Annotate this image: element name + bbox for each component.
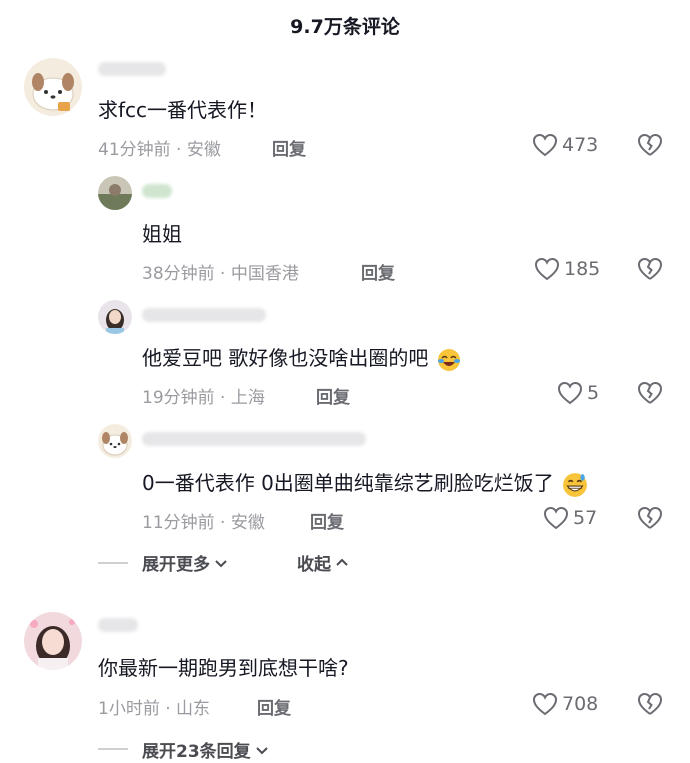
grinning-sweat-emoji-icon xyxy=(563,472,588,497)
comment-location: 山东 xyxy=(176,699,211,719)
like-button[interactable]: 185 xyxy=(534,257,600,281)
like-button[interactable]: 473 xyxy=(532,133,598,157)
avatar[interactable] xyxy=(98,176,132,210)
crying-laughing-emoji-icon xyxy=(437,348,460,371)
reply-text: 他爱豆吧 歌好像也没啥出圈的吧 xyxy=(142,342,461,372)
reply-location: 中国香港 xyxy=(230,264,299,284)
reply-button[interactable]: 回复 xyxy=(361,259,395,284)
heart-icon xyxy=(534,257,560,281)
expand-more-button[interactable]: 展开更多 xyxy=(142,550,228,575)
heart-icon xyxy=(557,381,583,405)
broken-heart-icon[interactable] xyxy=(637,133,663,157)
reply-button[interactable]: 回复 xyxy=(272,135,306,160)
avatar[interactable] xyxy=(98,300,132,334)
like-count: 57 xyxy=(573,507,598,529)
like-count: 5 xyxy=(587,382,600,404)
comment-text: 求fcc一番代表作！ xyxy=(98,98,268,122)
like-button[interactable]: 708 xyxy=(532,692,598,716)
expand-replies-button[interactable]: 展开23条回复 xyxy=(142,737,269,762)
avatar[interactable] xyxy=(24,612,82,670)
reply-text: 0一番代表作 0出圈单曲纯靠综艺刷脸吃烂饭了 xyxy=(142,467,588,498)
comment-text: 你最新一期跑男到底想干啥? xyxy=(98,656,349,680)
broken-heart-icon[interactable] xyxy=(637,506,663,530)
username-blurred[interactable] xyxy=(142,184,172,198)
avatar-photo-icon xyxy=(98,300,132,334)
comment-location: 安徽 xyxy=(186,140,221,160)
reply-button[interactable]: 回复 xyxy=(316,383,350,408)
reply-time: 11分钟前 xyxy=(142,513,215,533)
chevron-down-icon xyxy=(215,559,227,567)
divider-line xyxy=(98,562,128,564)
like-button[interactable]: 57 xyxy=(543,506,597,530)
divider-line xyxy=(98,748,128,750)
comment-count-title: 9.7万条评论 xyxy=(290,16,400,38)
reply-meta: 11分钟前 · 安徽 xyxy=(142,513,265,533)
chevron-down-icon xyxy=(255,746,268,754)
avatar[interactable] xyxy=(98,424,132,458)
like-button[interactable]: 5 xyxy=(557,381,599,405)
avatar[interactable] xyxy=(24,58,82,116)
collapse-button[interactable]: 收起 xyxy=(297,550,349,575)
avatar-photo-icon xyxy=(24,612,82,670)
like-count: 185 xyxy=(564,258,601,280)
reply-location: 安徽 xyxy=(230,513,265,533)
reply-time: 19分钟前 xyxy=(142,388,215,408)
heart-icon xyxy=(532,692,558,716)
reply-button[interactable]: 回复 xyxy=(310,508,344,533)
reply-text: 姐姐 xyxy=(142,222,182,246)
comment-meta: 1小时前 · 山东 xyxy=(98,699,211,719)
reply-location: 上海 xyxy=(230,388,265,408)
avatar-cartoon-dog-icon xyxy=(98,424,132,458)
like-count: 473 xyxy=(562,134,599,156)
username-blurred[interactable] xyxy=(98,618,138,632)
comment-time: 1小时前 xyxy=(98,699,160,719)
username-blurred[interactable] xyxy=(142,308,266,322)
comment-meta: 41分钟前 · 安徽 xyxy=(98,140,221,160)
broken-heart-icon[interactable] xyxy=(637,692,663,716)
avatar-photo-icon xyxy=(98,176,132,210)
chevron-up-icon xyxy=(336,558,348,566)
reply-meta: 38分钟前 · 中国香港 xyxy=(142,264,299,284)
like-count: 708 xyxy=(562,693,599,715)
reply-button[interactable]: 回复 xyxy=(257,694,291,719)
reply-meta: 19分钟前 · 上海 xyxy=(142,388,265,408)
broken-heart-icon[interactable] xyxy=(637,381,663,405)
heart-icon xyxy=(543,506,569,530)
broken-heart-icon[interactable] xyxy=(637,257,663,281)
reply-time: 38分钟前 xyxy=(142,264,215,284)
heart-icon xyxy=(532,133,558,157)
username-blurred[interactable] xyxy=(142,432,366,446)
username-blurred[interactable] xyxy=(98,62,166,76)
avatar-cartoon-dog-icon xyxy=(24,58,82,116)
comment-time: 41分钟前 xyxy=(98,140,171,160)
